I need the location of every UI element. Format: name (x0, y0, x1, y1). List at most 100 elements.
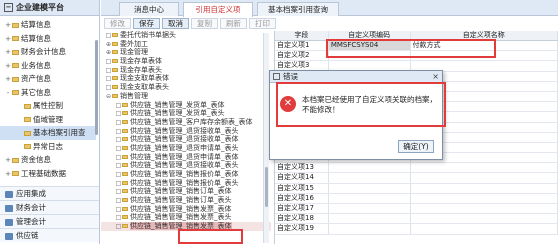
column-header[interactable]: 字段 (275, 31, 329, 40)
toolbar-button[interactable]: 修改 (104, 18, 131, 29)
tree-item[interactable]: □ 供应链_销售管理_客户库存余额表_表体 (101, 118, 271, 127)
tree-item[interactable]: □ 现金支取单表体 (101, 74, 271, 83)
nav-item[interactable]: 基本档案引用查 (0, 126, 96, 140)
expand-toggle-icon[interactable]: + (4, 19, 12, 32)
folder-icon (112, 59, 118, 64)
toolbar: 修改 保存 取消 复制 刷新 打印 (101, 17, 558, 30)
folder-icon (12, 90, 19, 95)
expand-toggle-icon[interactable]: + (4, 46, 12, 59)
folder-icon (122, 119, 128, 124)
tree-node-icon[interactable]: □ (115, 223, 122, 232)
toolbar-button[interactable]: 保存 (133, 18, 160, 29)
table-cell[interactable] (411, 224, 558, 234)
toolbar-button[interactable]: 取消 (162, 18, 189, 29)
tab[interactable]: 基本档案引用查询 (257, 2, 339, 16)
collapse-icon[interactable]: − (4, 3, 13, 12)
tree-item[interactable]: ⊕ 现金管理 (101, 48, 271, 57)
tree-item[interactable]: □ 现金支取单表头 (101, 83, 271, 92)
nav-item[interactable]: + 财务会计信息 (0, 45, 96, 59)
tree-item[interactable]: □ 供应链_销售管理_销售订单_表体 (101, 187, 271, 196)
table-cell[interactable] (329, 214, 411, 224)
table-cell: 自定义项2 (275, 51, 329, 61)
module-item[interactable]: 财务会计 (0, 200, 99, 214)
table-cell[interactable] (329, 183, 411, 193)
tree-item[interactable]: □ 现金存单表体 (101, 57, 271, 66)
table-row[interactable]: 自定义项18 (275, 214, 558, 225)
nav-item[interactable]: + 资产信息 (0, 72, 96, 86)
table-cell[interactable] (411, 214, 558, 224)
table-cell[interactable] (411, 183, 558, 193)
nav-item[interactable]: + 资金信息 (0, 153, 96, 167)
tree-item-label: 供应链_销售管理_客户库存余额表_表体 (130, 117, 253, 126)
table-cell: 自定义项1 (275, 41, 329, 51)
folder-icon (112, 93, 118, 98)
table-cell[interactable] (329, 163, 411, 173)
expand-toggle-icon[interactable]: - (4, 87, 12, 100)
expand-toggle-icon[interactable]: + (4, 168, 12, 181)
tree-item[interactable]: □ 供应链_销售管理_退货接收单_表体 (101, 135, 271, 144)
tree-node-icon[interactable]: ⊖ (105, 93, 112, 102)
table-cell[interactable] (411, 163, 558, 173)
folder-icon (122, 180, 128, 185)
table-row[interactable]: 自定义项13 (275, 163, 558, 174)
table-row[interactable]: 自定义项15 (275, 183, 558, 194)
folder-icon (122, 154, 128, 159)
table-cell[interactable] (329, 193, 411, 203)
tree-item[interactable]: □ 供应链_销售管理_退货接收单_表头 (101, 161, 271, 170)
toolbar-button[interactable]: 刷新 (220, 18, 247, 29)
module-item[interactable]: 应用集成 (0, 186, 99, 200)
nav-item-label: 属性控制 (33, 101, 63, 110)
table-row[interactable]: 自定义项16 (275, 193, 558, 204)
tree-item[interactable]: □ 供应链_销售管理_退货申请单_表体 (101, 153, 271, 162)
nav-item[interactable]: + 结算信息 (0, 32, 96, 46)
tree-item-label: 现金存单表体 (120, 57, 162, 66)
table-cell[interactable] (411, 193, 558, 203)
table-cell: 自定义项15 (275, 183, 329, 193)
nav-item[interactable]: 值域管理 (0, 113, 96, 127)
tree-item[interactable]: □ 供应链_销售管理_发货单_表体 (101, 101, 271, 110)
tree-scrollbar-thumb[interactable] (265, 167, 268, 207)
table-cell[interactable] (411, 173, 558, 183)
close-icon[interactable]: × (432, 72, 439, 81)
module-item[interactable]: 管理会计 (0, 214, 99, 228)
tree-item-label: 现金支取单表体 (120, 74, 169, 83)
expand-toggle-icon[interactable]: + (4, 60, 12, 73)
table-cell[interactable] (329, 173, 411, 183)
expand-toggle-icon[interactable]: + (4, 73, 12, 86)
nav-item[interactable]: - 其它信息 (0, 86, 96, 100)
ok-button[interactable]: 确定(Y) (398, 140, 434, 153)
table-row[interactable]: 自定义项19 (275, 224, 558, 235)
tree-item-label: 现金支取单表头 (120, 83, 169, 92)
expand-toggle-icon[interactable]: + (4, 33, 12, 46)
table-row[interactable]: 自定义项14 (275, 173, 558, 184)
tree-item[interactable]: □ 委托代销书单据头 (101, 31, 271, 40)
tree-item[interactable]: □ 供应链_销售管理_退货接收单_表头 (101, 127, 271, 136)
tab[interactable]: 引用自定义项 (183, 2, 253, 17)
nav-item[interactable]: 异常日志 (0, 140, 96, 154)
tree-item[interactable]: ⊖ 销售管理 (101, 92, 271, 101)
tree-item[interactable]: □ 供应链_销售管理_发货单_表头 (101, 109, 271, 118)
folder-icon (122, 102, 128, 107)
nav-item[interactable]: + 业务信息 (0, 59, 96, 73)
folder-icon (122, 215, 128, 220)
folder-icon (24, 103, 31, 109)
table-cell[interactable] (329, 204, 411, 214)
table-cell[interactable] (411, 204, 558, 214)
nav-scrollbar[interactable] (95, 40, 98, 135)
module-item[interactable]: 供应链 (0, 228, 99, 242)
expand-toggle-icon[interactable]: + (4, 154, 12, 167)
table-cell[interactable] (329, 224, 411, 234)
folder-icon (24, 117, 31, 122)
tree-item-label: 供应链_销售管理_退货申请单_表体 (130, 152, 239, 161)
nav-item[interactable]: + 工程基础数据 (0, 167, 96, 181)
tree-item[interactable]: □ 供应链_销售管理_销售订单_表头 (101, 196, 271, 205)
table-row[interactable]: 自定义项17 (275, 204, 558, 215)
tab[interactable]: 消息中心 (119, 2, 179, 16)
toolbar-button[interactable]: 复制 (191, 18, 218, 29)
tree-item[interactable]: □ 供应链_销售管理_退货申请单_表头 (101, 144, 271, 153)
toolbar-button[interactable]: 打印 (249, 18, 276, 29)
tree-item[interactable]: □ 供应链_销售管理_销售报价单_表体 (101, 170, 271, 179)
nav-item[interactable]: 属性控制 (0, 99, 96, 113)
nav-item[interactable]: + 结算信息 (0, 18, 96, 32)
tree-item[interactable]: □ 供应链_销售管理_销售发票_表头 (101, 213, 271, 222)
